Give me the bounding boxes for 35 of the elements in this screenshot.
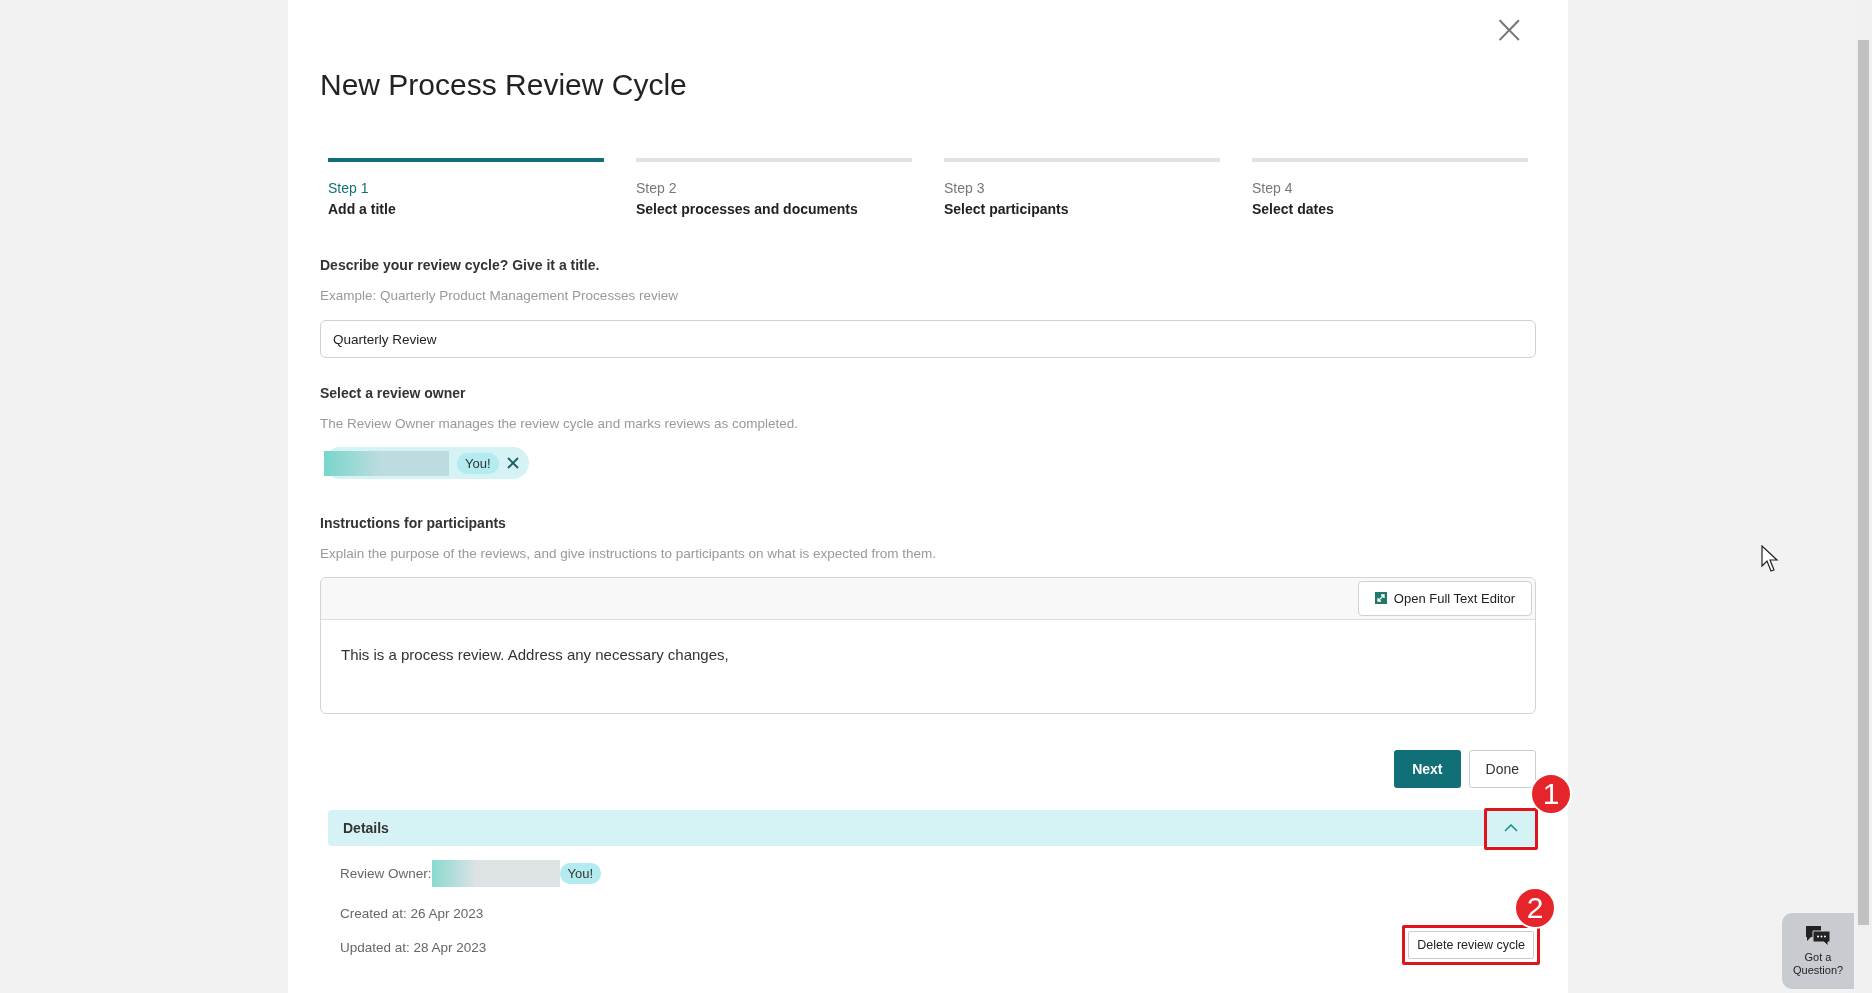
owner-label: Review Owner:: [340, 865, 432, 881]
updated-date: Updated at: 28 Apr 2023: [340, 939, 487, 955]
field-hint: Explain the purpose of the reviews, and give instructions to participants on what is expected from them.: [320, 545, 938, 561]
open-editor-button[interactable]: Open Full Text Editor: [1357, 580, 1532, 616]
annotation-number: 2: [1514, 886, 1556, 929]
chat-bubbles-icon: [1805, 924, 1831, 947]
done-button[interactable]: Done: [1468, 749, 1536, 788]
text-editor[interactable]: Open Full Text Editor This is a process review. Address any necessary changes,: [320, 576, 1536, 714]
details-title: Details: [343, 819, 389, 836]
editor-text: This is a process review. Address any necessary changes,: [340, 644, 730, 665]
remove-icon[interactable]: [506, 457, 519, 469]
field-label: Instructions for participants: [320, 514, 507, 531]
step-tab[interactable]: Step 4 Select dates: [1252, 158, 1528, 217]
you-badge: You!: [559, 862, 602, 884]
chevron-icon[interactable]: [1504, 823, 1518, 832]
help-widget[interactable]: Got a Question?: [1782, 913, 1854, 989]
annotation-number: 1: [1530, 772, 1572, 815]
details-header[interactable]: Details: [328, 809, 1536, 846]
step-tab[interactable]: Step 2 Select processes and documents: [636, 158, 912, 217]
field-hint: Example: Quarterly Product Management Processes review: [320, 288, 679, 303]
next-button[interactable]: Next: [1394, 749, 1461, 788]
step-tab[interactable]: Step 3 Select participants: [944, 158, 1220, 217]
owner-chip[interactable]: You!: [324, 447, 529, 479]
mouse-pointer-icon: [1761, 545, 1781, 573]
field-hint: The Review Owner manages the review cycle and marks reviews as completed.: [320, 416, 799, 431]
step-tab[interactable]: Step 1 Add a title: [328, 158, 604, 217]
field-label: Select a review owner: [320, 385, 467, 401]
title-input-field[interactable]: Quarterly Review: [320, 320, 1536, 358]
delete-button[interactable]: Delete review cycle: [1408, 930, 1534, 959]
close-button[interactable]: ×: [1486, 8, 1532, 50]
expand-icon: [1374, 592, 1387, 604]
field-label: Describe your review cycle? Give it a title.: [320, 257, 601, 273]
dialog-title: New Process Review Cycle: [320, 68, 687, 102]
you-badge: You!: [457, 452, 499, 474]
created-date: Created at: 26 Apr 2023: [340, 905, 485, 921]
